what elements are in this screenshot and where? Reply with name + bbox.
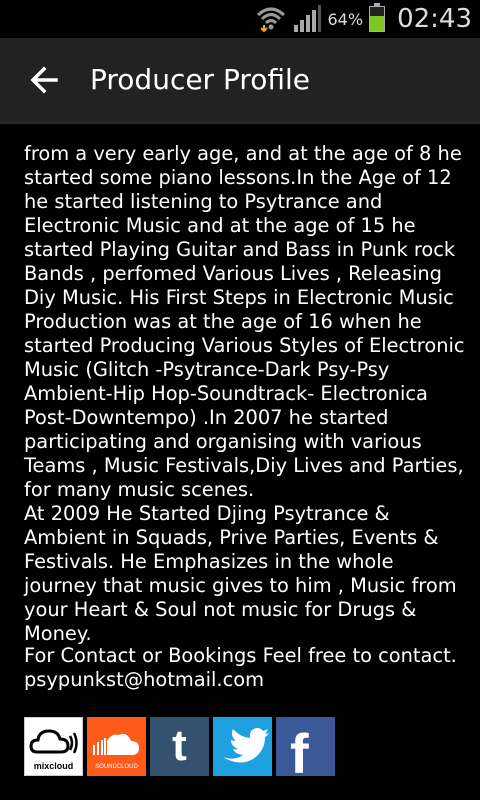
signal-icon xyxy=(293,5,321,32)
tumblr-button[interactable]: t xyxy=(150,717,209,776)
battery-fill xyxy=(370,15,385,31)
facebook-button[interactable]: f xyxy=(276,717,335,776)
profile-content[interactable]: from a very early age, and at the age of… xyxy=(0,124,480,800)
twitter-bird-icon xyxy=(223,728,269,763)
action-bar: Producer Profile xyxy=(0,38,480,124)
bio-text: from a very early age, and at the age of… xyxy=(24,142,465,645)
status-bar: 64% 02:43 xyxy=(0,0,480,38)
clock: 02:43 xyxy=(397,4,472,34)
tumblr-icon: t xyxy=(172,721,187,770)
page-title: Producer Profile xyxy=(90,63,311,96)
battery-percent: 64% xyxy=(327,9,364,29)
status-icons: 64% 02:43 xyxy=(256,0,472,38)
battery-icon xyxy=(369,3,386,32)
soundcloud-label: SOUNDCLOUD xyxy=(95,764,138,770)
facebook-icon: f xyxy=(290,722,309,776)
twitter-button[interactable] xyxy=(213,717,272,776)
social-links: mixcloud SOUNDCLOUD t f xyxy=(24,717,335,776)
contact-email[interactable]: psypunkst@hotmail.com xyxy=(24,668,470,692)
mixcloud-icon xyxy=(29,729,78,754)
arrow-left-icon[interactable] xyxy=(26,60,66,100)
soundcloud-icon xyxy=(93,733,139,755)
contact-section: For Contact or Bookings Feel free to con… xyxy=(24,644,470,692)
contact-line: For Contact or Bookings Feel free to con… xyxy=(24,644,457,667)
mixcloud-label: mixcloud xyxy=(33,761,74,771)
soundcloud-button[interactable]: SOUNDCLOUD xyxy=(87,717,146,776)
wifi-icon xyxy=(256,7,285,33)
mixcloud-button[interactable]: mixcloud xyxy=(24,717,83,776)
